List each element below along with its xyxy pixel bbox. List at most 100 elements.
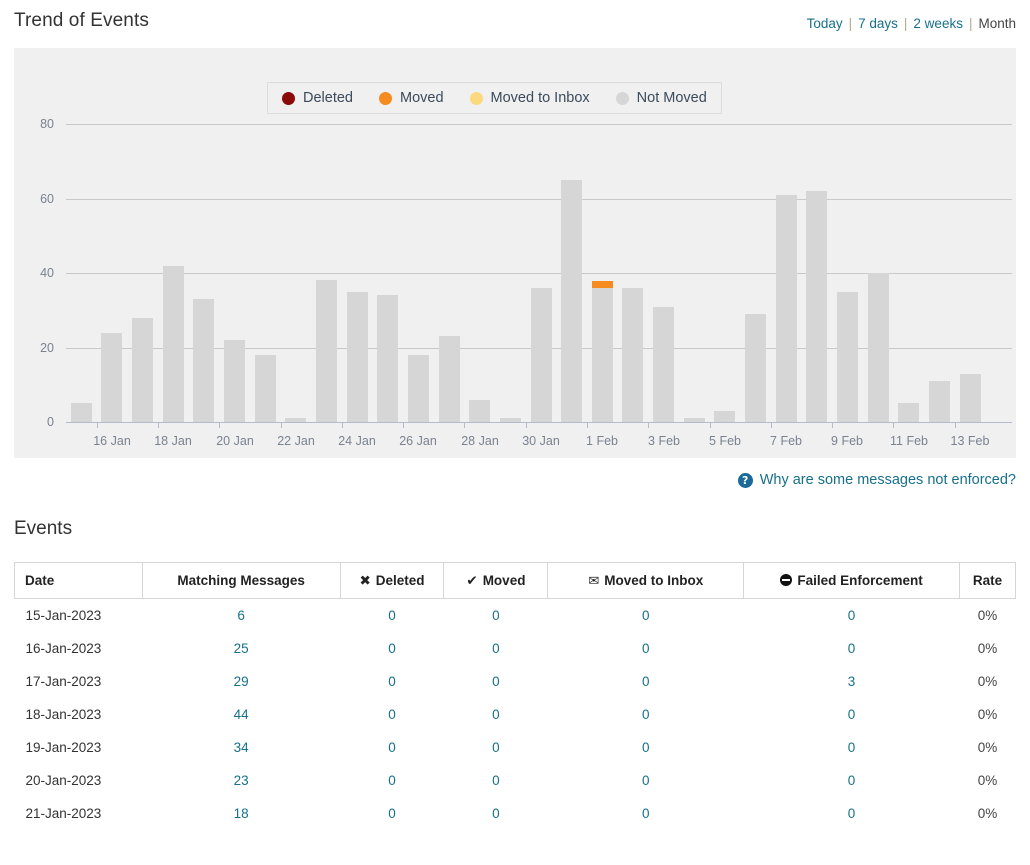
chart-bar[interactable] <box>224 340 245 422</box>
cell-deleted[interactable]: 0 <box>340 665 444 698</box>
column-header-date[interactable]: Date <box>14 562 143 599</box>
chart-bar[interactable] <box>531 288 552 422</box>
cell-moved[interactable]: 0 <box>444 665 548 698</box>
events-header-row: Date Matching Messages ✖ Deleted ✔ Moved ✉ Move… <box>14 562 1017 599</box>
legend-item-not-moved[interactable]: Not Moved <box>615 90 707 106</box>
cell-inbox[interactable]: 0 <box>548 632 744 665</box>
chart-bar[interactable] <box>377 295 398 422</box>
cell-deleted[interactable]: 0 <box>340 797 444 830</box>
chart-bar[interactable] <box>868 273 889 422</box>
cell-moved[interactable]: 0 <box>444 797 548 830</box>
x-axis-tick <box>587 423 588 428</box>
why-not-enforced-label: Why are some messages not enforced? <box>759 472 1016 488</box>
cell-matching[interactable]: 25 <box>142 632 340 665</box>
chart-bar-segment-not-moved <box>653 307 674 422</box>
chart-bar[interactable] <box>193 299 214 422</box>
cell-deleted[interactable]: 0 <box>340 599 444 633</box>
events-table-head: Date Matching Messages ✖ Deleted ✔ Moved ✉ Move… <box>14 562 1017 599</box>
cell-matching[interactable]: 18 <box>142 797 340 830</box>
chart-bar-segment-not-moved <box>684 418 705 422</box>
chart-bar[interactable] <box>561 180 582 422</box>
chart-bar[interactable] <box>163 266 184 422</box>
legend-item-moved[interactable]: Moved <box>378 90 444 106</box>
x-axis-tick-label: 30 Jan <box>522 434 560 448</box>
column-header-failed[interactable]: Failed Enforcement <box>743 562 960 599</box>
cell-moved[interactable]: 0 <box>444 599 548 633</box>
cell-inbox[interactable]: 0 <box>548 797 744 830</box>
cell-deleted[interactable]: 0 <box>340 764 444 797</box>
cell-failed[interactable]: 0 <box>744 731 960 764</box>
chart-bar[interactable] <box>101 333 122 422</box>
cell-date: 19-Jan-2023 <box>25 740 102 755</box>
cell-rate: 0% <box>977 773 998 788</box>
why-not-enforced-link[interactable]: ? Why are some messages not enforced? <box>737 472 1016 488</box>
cell-deleted[interactable]: 0 <box>340 698 444 731</box>
legend-swatch-icon <box>282 91 295 105</box>
cell-matching[interactable]: 6 <box>142 599 340 633</box>
range-link-month[interactable]: Month <box>978 16 1016 31</box>
chart-bar[interactable] <box>285 418 306 422</box>
chart-bar[interactable] <box>653 307 674 422</box>
chart-bar[interactable] <box>929 381 950 422</box>
cell-inbox[interactable]: 0 <box>548 698 744 731</box>
cell-failed[interactable]: 0 <box>744 764 960 797</box>
chart-bar-segment-not-moved <box>377 295 398 422</box>
chart-bar[interactable] <box>439 336 460 422</box>
column-header-inbox[interactable]: ✉ Moved to Inbox <box>547 562 745 599</box>
cell-failed[interactable]: 3 <box>744 665 960 698</box>
range-link-today[interactable]: Today <box>807 16 843 31</box>
chart-bar[interactable] <box>714 411 735 422</box>
chart-bar[interactable] <box>500 418 521 422</box>
cell-matching[interactable]: 34 <box>142 731 340 764</box>
range-link-7-days[interactable]: 7 days <box>858 16 898 31</box>
cell-failed[interactable]: 0 <box>744 698 960 731</box>
chart-bar[interactable] <box>71 403 92 422</box>
range-link-2-weeks[interactable]: 2 weeks <box>913 16 963 31</box>
chart-bar[interactable] <box>469 400 490 422</box>
cell-inbox[interactable]: 0 <box>548 764 744 797</box>
cell-failed[interactable]: 0 <box>744 599 960 633</box>
chart-bar-segment-not-moved <box>622 288 643 422</box>
chart-bar[interactable] <box>592 280 613 422</box>
x-axis-tick <box>403 423 404 428</box>
chart-bar[interactable] <box>316 280 337 422</box>
column-header-rate[interactable]: Rate <box>958 562 1017 599</box>
cell-deleted[interactable]: 0 <box>340 731 444 764</box>
chart-bar-segment-not-moved <box>347 292 368 422</box>
cell-moved[interactable]: 0 <box>444 731 548 764</box>
cell-inbox[interactable]: 0 <box>548 731 744 764</box>
chart-bar-segment-not-moved <box>806 191 827 422</box>
legend-item-deleted[interactable]: Deleted <box>282 90 353 106</box>
chart-bar[interactable] <box>806 191 827 422</box>
cell-matching[interactable]: 29 <box>142 665 340 698</box>
cell-deleted[interactable]: 0 <box>340 632 444 665</box>
chart-bar[interactable] <box>745 314 766 422</box>
cell-failed[interactable]: 0 <box>744 797 960 830</box>
cell-matching[interactable]: 44 <box>142 698 340 731</box>
x-axis-tick-label: 13 Feb <box>950 434 990 448</box>
chart-bar[interactable] <box>622 288 643 422</box>
legend-item-moved-to-inbox[interactable]: Moved to Inbox <box>469 90 590 106</box>
cell-moved[interactable]: 0 <box>444 764 548 797</box>
cell-inbox[interactable]: 0 <box>548 599 744 633</box>
chart-bar[interactable] <box>960 374 981 422</box>
chart-bar[interactable] <box>776 195 797 422</box>
chart-bar[interactable] <box>132 318 153 422</box>
column-header-label: Moved to Inbox <box>604 572 704 588</box>
cell-failed[interactable]: 0 <box>744 632 960 665</box>
cell-moved[interactable]: 0 <box>444 632 548 665</box>
cell-inbox[interactable]: 0 <box>548 665 744 698</box>
chart-bar[interactable] <box>255 355 276 422</box>
cell-moved[interactable]: 0 <box>444 698 548 731</box>
column-header-matching[interactable]: Matching Messages <box>141 562 341 599</box>
chart-bar[interactable] <box>684 418 705 422</box>
chart-bar[interactable] <box>898 403 919 422</box>
column-header-deleted[interactable]: ✖ Deleted <box>339 562 445 599</box>
cell-matching[interactable]: 23 <box>142 764 340 797</box>
chart-bar[interactable] <box>837 292 858 422</box>
chart-bar[interactable] <box>347 292 368 422</box>
column-header-moved[interactable]: ✔ Moved <box>443 562 549 599</box>
cross-icon: ✖ <box>359 572 371 589</box>
column-header-label: Deleted <box>375 572 425 588</box>
chart-bar[interactable] <box>408 355 429 422</box>
